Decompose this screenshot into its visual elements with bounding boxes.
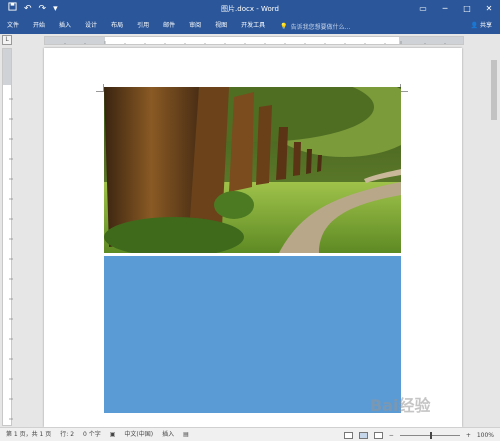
macro-record-icon[interactable]: ▤ [183,428,189,441]
tree-lined-path-image[interactable] [104,87,401,253]
tab-developer[interactable]: 开发工具 [234,18,272,34]
quick-access-toolbar: ↶ ↷ ▾ [0,0,58,18]
vertical-ruler[interactable] [2,48,13,426]
crop-mark-top-right [400,84,408,92]
tab-view[interactable]: 视图 [208,18,234,34]
print-layout-button[interactable] [358,431,368,439]
read-mode-button[interactable] [343,431,353,439]
tab-insert[interactable]: 插入 [52,18,78,34]
vertical-scrollbar[interactable] [488,46,500,427]
language-indicator[interactable]: 中文(中国) [124,428,153,441]
zoom-slider-knob[interactable] [429,431,432,439]
undo-icon[interactable]: ↶ [24,0,32,18]
crop-mark-top-left [96,84,104,92]
scrollbar-thumb[interactable] [491,60,497,120]
status-bar: 第 1 页，共 1 页 行: 2 0 个字 ▣ 中文(中国) 插入 ▤ − + … [0,427,500,441]
zoom-slider[interactable] [399,431,460,439]
ruler-row: L [0,34,500,46]
line-number[interactable]: 行: 2 [60,428,74,441]
share-button[interactable]: 👤 共享 [471,18,492,34]
tab-file[interactable]: 文件 [0,18,26,34]
document-page[interactable] [44,48,462,427]
redo-icon[interactable]: ↷ [39,0,47,18]
blue-rectangle-shape[interactable] [104,256,401,413]
zoom-in-button[interactable]: + [466,432,471,439]
watermark: Bai经验 [370,396,431,415]
vertical-ruler-ticks [9,98,13,420]
tab-mailings[interactable]: 邮件 [156,18,182,34]
tell-me-placeholder: 告诉我您想要做什么... [290,23,351,31]
ribbon-tabs: 文件 开始 插入 设计 布局 引用 邮件 审阅 视图 开发工具 💡 告诉我您想要… [0,18,500,34]
ruler-ticks [64,41,446,44]
user-icon: 👤 [470,22,479,29]
proofing-icon[interactable]: ▣ [110,428,116,441]
tab-selector[interactable]: L [2,35,12,45]
insert-mode[interactable]: 插入 [162,428,174,441]
zoom-out-button[interactable]: − [389,432,394,439]
page-count[interactable]: 第 1 页，共 1 页 [6,428,51,441]
lightbulb-icon: 💡 [280,22,288,30]
tab-references[interactable]: 引用 [130,18,156,34]
title-bar: ↶ ↷ ▾ 图片.docx - Word ▭ ─ □ ✕ [0,0,500,18]
ribbon-display-options-button[interactable]: ▭ [412,0,434,18]
share-label: 共享 [479,22,492,29]
tab-design[interactable]: 设计 [78,18,104,34]
close-button[interactable]: ✕ [478,0,500,18]
maximize-button[interactable]: □ [456,0,478,18]
window-controls: ▭ ─ □ ✕ [412,0,500,18]
tell-me-box[interactable]: 💡 告诉我您想要做什么... [280,22,350,31]
web-layout-button[interactable] [373,431,383,439]
tab-home[interactable]: 开始 [26,18,52,34]
zoom-level[interactable]: 100% [477,432,494,439]
word-count[interactable]: 0 个字 [83,428,101,441]
tab-review[interactable]: 审阅 [182,18,208,34]
save-icon[interactable] [8,0,17,18]
chevron-down-icon[interactable]: ▾ [53,0,58,18]
tab-layout[interactable]: 布局 [104,18,130,34]
horizontal-ruler[interactable] [44,36,464,45]
minimize-button[interactable]: ─ [434,0,456,18]
